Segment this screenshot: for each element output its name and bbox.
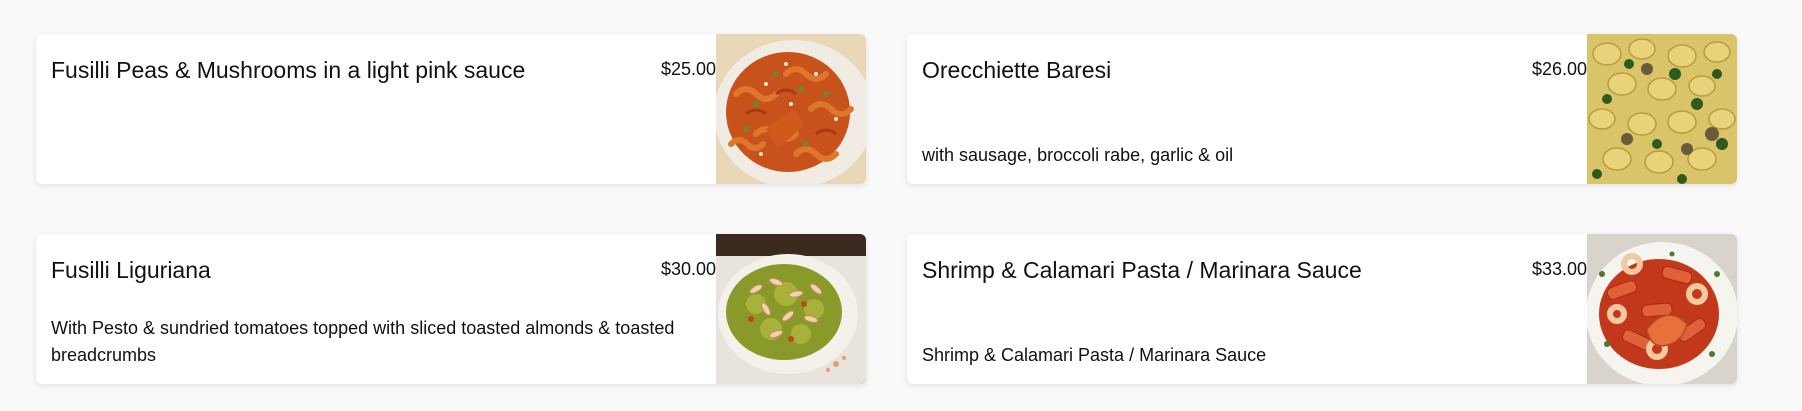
menu-item-body: Orecchiette Baresi $26.00 with sausage, …: [922, 34, 1587, 184]
menu-item-card[interactable]: Fusilli Liguriana $30.00 With Pesto & su…: [36, 234, 866, 384]
menu-item-photo: [1587, 234, 1737, 384]
menu-item-card[interactable]: Orecchiette Baresi $26.00 with sausage, …: [907, 34, 1737, 184]
menu-item-description: Shrimp & Calamari Pasta / Marinara Sauce: [922, 345, 1267, 365]
menu-item-photo: [716, 34, 866, 184]
menu-item-photo: [716, 234, 866, 384]
menu-item-card[interactable]: Shrimp & Calamari Pasta / Marinara Sauce…: [907, 234, 1737, 384]
menu-item-price: $26.00: [1531, 59, 1587, 79]
menu-item-price: $33.00: [1531, 259, 1587, 279]
menu-item-body: Shrimp & Calamari Pasta / Marinara Sauce…: [922, 234, 1587, 384]
menu-item-card[interactable]: Fusilli Peas & Mushrooms in a light pink…: [36, 34, 866, 184]
menu-item-description: with sausage, broccoli rabe, garlic & oi…: [922, 145, 1234, 165]
menu-grid: Fusilli Peas & Mushrooms in a light pink…: [0, 0, 1802, 411]
menu-item-photo: [1587, 34, 1737, 184]
menu-item-description: With Pesto & sundried tomatoes topped wi…: [51, 318, 675, 365]
menu-item-body: Fusilli Liguriana $30.00 With Pesto & su…: [51, 234, 716, 384]
menu-item-price: $25.00: [660, 59, 716, 79]
menu-item-title: Orecchiette Baresi: [922, 57, 1112, 83]
menu-item-body: Fusilli Peas & Mushrooms in a light pink…: [51, 34, 716, 184]
menu-item-title: Fusilli Peas & Mushrooms in a light pink…: [51, 57, 526, 83]
menu-item-title: Shrimp & Calamari Pasta / Marinara Sauce: [922, 257, 1362, 283]
menu-item-title: Fusilli Liguriana: [51, 257, 211, 283]
menu-item-price: $30.00: [660, 259, 716, 279]
